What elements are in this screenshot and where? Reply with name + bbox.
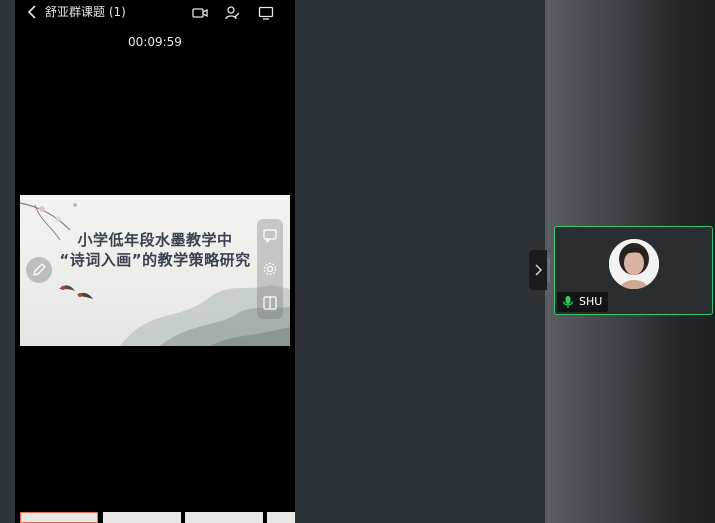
pencil-icon [33, 263, 46, 276]
slide-thumbnails [20, 512, 295, 523]
slide-thumbnail[interactable] [185, 512, 263, 523]
meeting-timer: 00:09:59 [128, 35, 182, 49]
video-camera-icon[interactable] [192, 5, 208, 19]
annotate-button[interactable] [26, 257, 52, 283]
back-chevron-icon[interactable] [27, 4, 41, 20]
participant-name: SHU [579, 295, 603, 308]
slide-toolbar [257, 219, 283, 319]
slide-title-line1: 小学低年段水墨教学中 [77, 231, 233, 249]
collapse-panel-button[interactable] [529, 250, 547, 290]
chevron-right-icon [535, 264, 543, 276]
birds-illustration [59, 285, 93, 299]
resize-handle[interactable] [547, 258, 550, 282]
top-bar: 舒亚群课题 (1) [15, 0, 295, 26]
avatar [609, 239, 659, 289]
edit-user-icon[interactable] [225, 5, 241, 20]
slide-view[interactable]: 小学低年段水墨教学中 “诗词入画”的教学策略研究 [20, 195, 290, 346]
presentation-panel: 舒亚群课题 (1) 00:09:59 小学低年段水墨教学中 “诗词入画”的教学策… [15, 0, 295, 523]
slide-thumbnail[interactable] [267, 512, 295, 523]
slide-thumbnail[interactable] [103, 512, 181, 523]
comment-icon[interactable] [262, 228, 278, 244]
microphone-icon [562, 296, 574, 308]
participant-name-badge: SHU [557, 292, 609, 312]
left-edge-strip [0, 0, 15, 523]
screen-icon[interactable] [258, 5, 274, 20]
split-view-icon[interactable] [262, 295, 278, 311]
settings-icon[interactable] [262, 261, 278, 277]
participant-tile[interactable]: SHU [554, 226, 713, 315]
empty-stage-area [295, 0, 545, 523]
slide-title-line2: “诗词入画”的教学策略研究 [59, 251, 251, 269]
meeting-title: 舒亚群课题 (1) [45, 5, 126, 19]
slide-thumbnail[interactable] [20, 512, 98, 523]
